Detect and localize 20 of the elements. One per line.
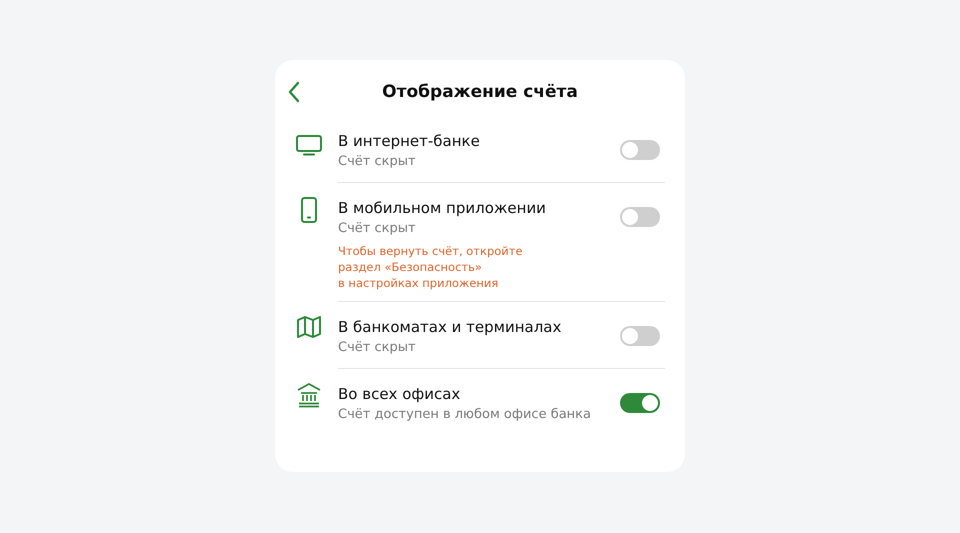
toggle-switch[interactable] [620, 393, 660, 413]
setting-label: В мобильном приложении [338, 198, 547, 219]
setting-label: Во всех офисах [338, 384, 462, 405]
monitor-icon [295, 134, 323, 156]
toggle-switch[interactable] [620, 326, 660, 346]
setting-status: Счёт скрыт [338, 153, 417, 171]
screen-title: Отображение счёта [382, 81, 578, 104]
back-icon [288, 81, 300, 103]
bank-icon [296, 382, 322, 408]
map-icon [296, 315, 322, 339]
warning-note: Чтобы вернуть счёт, откройте раздел «Безопасность» в настройках приложения [338, 243, 524, 291]
toggle-switch[interactable] [620, 207, 660, 227]
phone-icon [300, 196, 318, 224]
toggle-switch[interactable] [620, 140, 660, 160]
setting-status: Счёт скрыт [338, 220, 417, 238]
back-button[interactable] [287, 80, 301, 104]
setting-label: В интернет-банке [338, 131, 481, 152]
setting-status: Счёт доступен в любом офисе банка [338, 406, 592, 424]
setting-status: Счёт скрыт [338, 339, 417, 357]
setting-label: В банкоматах и терминалах [338, 317, 562, 338]
